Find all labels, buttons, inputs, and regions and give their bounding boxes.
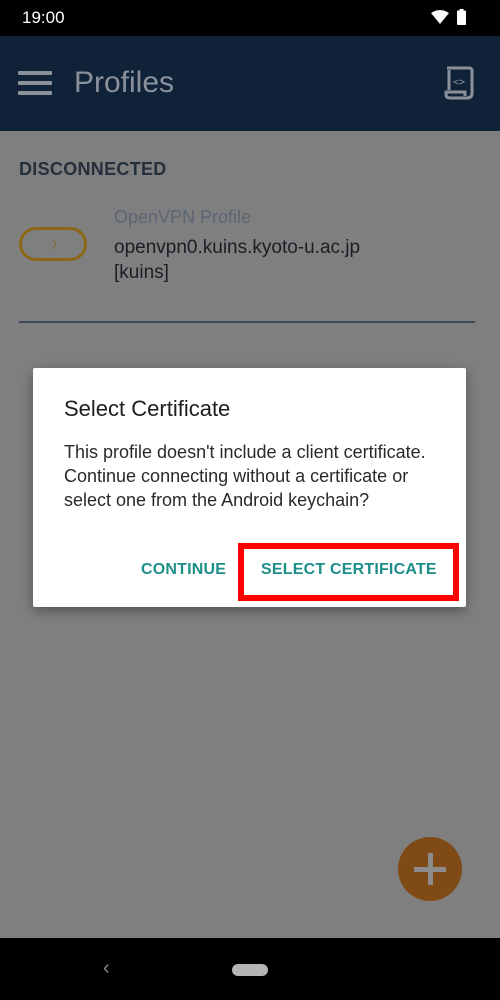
divider [19, 321, 475, 323]
profile-host: openvpn0.kuins.kyoto-u.ac.jp [114, 237, 361, 258]
svg-text:<>: <> [453, 77, 465, 88]
toggle-knob [53, 240, 56, 249]
import-profile-icon[interactable]: <> [443, 66, 475, 100]
profile-type: OpenVPN Profile [114, 207, 252, 227]
status-icons [431, 9, 466, 25]
select-certificate-dialog: Select Certificate This profile doesn't … [33, 368, 466, 607]
dialog-title: Select Certificate [64, 396, 231, 421]
continue-button[interactable]: CONTINUE [141, 561, 226, 579]
app-bar: Profiles <> [0, 36, 500, 131]
navigation-bar: ‹ [0, 938, 500, 1000]
plus-icon-vertical [427, 853, 433, 885]
home-button[interactable] [232, 964, 268, 976]
dialog-message: This profile doesn't include a client ce… [64, 442, 426, 510]
add-profile-button[interactable] [398, 837, 462, 901]
page-title: Profiles [74, 66, 175, 99]
section-header: DISCONNECTED [19, 159, 167, 179]
battery-icon [457, 9, 466, 25]
profile-user: [kuins] [114, 262, 169, 283]
profile-item[interactable]: OpenVPN Profile openvpn0.kuins.kyoto-u.a… [0, 201, 500, 291]
menu-icon[interactable] [18, 69, 52, 97]
select-certificate-button[interactable]: SELECT CERTIFICATE [261, 561, 437, 579]
status-bar: 19:00 [0, 0, 500, 36]
back-icon[interactable]: ‹ [103, 957, 110, 980]
connect-toggle[interactable] [19, 227, 87, 261]
wifi-icon [431, 10, 449, 24]
status-time: 19:00 [22, 8, 65, 27]
